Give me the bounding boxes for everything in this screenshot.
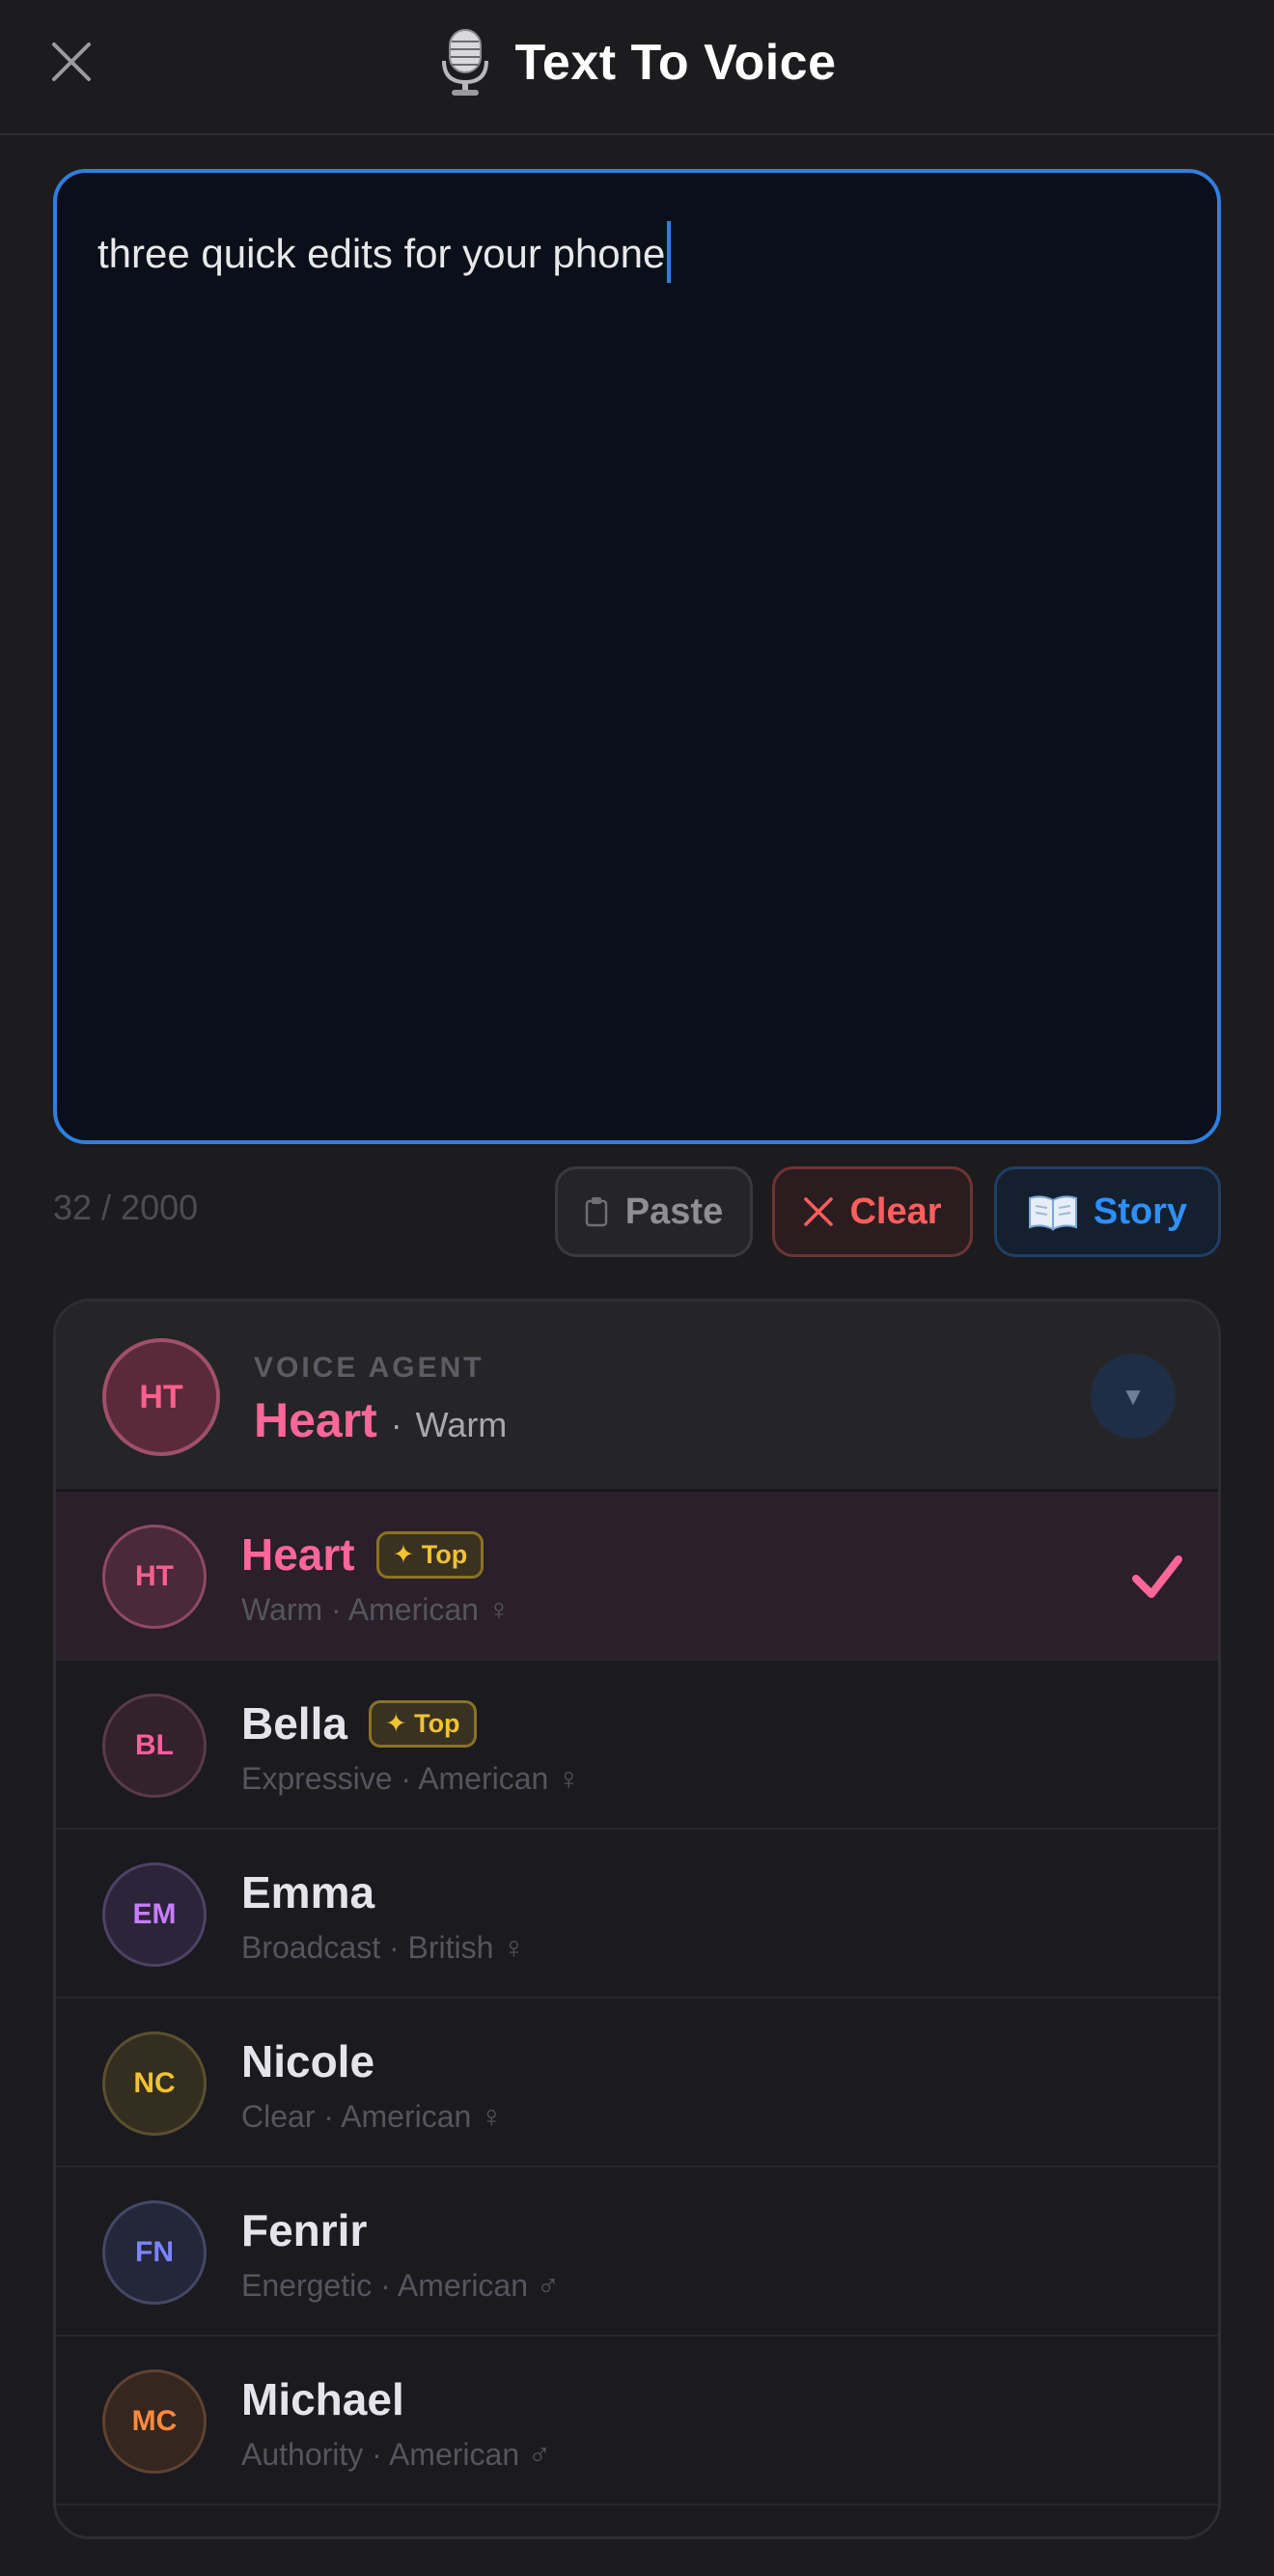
avatar: HT (102, 1525, 207, 1629)
voice-name: Emma (241, 1867, 375, 1918)
voice-row-bella[interactable]: BL Bella ✦ Top Expressive · American ♀ (56, 1661, 1218, 1830)
voice-name-group: Heart ✦ Top (241, 1528, 485, 1581)
selected-voice-trait: Warm (415, 1405, 508, 1444)
voice-description: Clear · American ♀ (241, 2099, 504, 2134)
clipboard-icon (585, 1197, 608, 1227)
x-icon (804, 1197, 834, 1226)
avatar: EM (102, 1862, 207, 1967)
voice-row-heart[interactable]: HT Heart ✦ Top Warm · American ♀ (56, 1492, 1218, 1661)
voice-name: Michael (241, 2374, 404, 2424)
top-badge: ✦ Top (368, 1699, 477, 1748)
character-counter: 32 / 2000 (53, 1188, 199, 1227)
voice-name-group: Michael (241, 2373, 404, 2425)
header-title-group: Text To Voice (0, 0, 1274, 126)
selected-voice-line: Heart · Warm (254, 1392, 507, 1448)
avatar: NC (102, 2031, 207, 2136)
voice-description: Authority · American ♂ (241, 2437, 551, 2472)
text-caret (667, 221, 672, 283)
text-input-area[interactable]: three quick edits for your phone (53, 169, 1221, 1144)
voice-description: Broadcast · British ♀ (241, 1930, 526, 1965)
voice-description: Energetic · American ♂ (241, 2268, 560, 2303)
voice-name: Bella (241, 1698, 347, 1749)
header-bar: Text To Voice (0, 0, 1274, 135)
voice-name-group: Bella ✦ Top (241, 1697, 477, 1750)
voice-agent-panel: HT VOICE AGENT Heart · Warm ▼ HT Heart ✦ T… (53, 1299, 1221, 2539)
voice-name-group: Fenrir (241, 2204, 367, 2256)
story-button[interactable]: Story (994, 1166, 1221, 1257)
clear-button[interactable]: Clear (772, 1166, 973, 1257)
text-input-value: three quick edits for your phone (97, 231, 666, 276)
voice-dropdown-toggle[interactable]: ▼ (1091, 1354, 1176, 1439)
voice-row-emma[interactable]: EM Emma Broadcast · British ♀ (56, 1830, 1218, 1999)
paste-button[interactable]: Paste (555, 1166, 753, 1257)
voice-row-michael[interactable]: MC Michael Authority · American ♂ (56, 2337, 1218, 2506)
voice-row-fenrir[interactable]: FN Fenrir Energetic · American ♂ (56, 2168, 1218, 2337)
checkmark-icon (1132, 1555, 1182, 1598)
voice-description: Expressive · American ♀ (241, 1761, 581, 1796)
avatar: FN (102, 2200, 207, 2305)
voice-agent-label: VOICE AGENT (254, 1352, 485, 1384)
book-icon (1028, 1195, 1077, 1231)
voice-name: Fenrir (241, 2205, 368, 2255)
voice-name: Heart (241, 1529, 355, 1580)
clear-label: Clear (849, 1190, 942, 1232)
voice-name-group: Emma (241, 1866, 374, 1918)
voice-agent-header[interactable]: HT VOICE AGENT Heart · Warm ▼ (56, 1302, 1218, 1492)
page-title: Text To Voice (514, 35, 837, 91)
voice-description: Warm · American ♀ (241, 1592, 511, 1627)
avatar: BL (102, 1694, 207, 1798)
chevron-down-icon: ▼ (1121, 1381, 1146, 1411)
avatar: HT (102, 1338, 220, 1456)
separator-dot: · (390, 1405, 402, 1444)
avatar: MC (102, 2369, 207, 2474)
selected-voice-name: Heart (254, 1393, 377, 1447)
voice-row-nicole[interactable]: NC Nicole Clear · American ♀ (56, 1999, 1218, 2168)
story-label: Story (1093, 1190, 1188, 1232)
microphone-icon (441, 29, 488, 96)
paste-label: Paste (624, 1190, 724, 1232)
top-badge: ✦ Top (375, 1530, 485, 1579)
voice-name-group: Nicole (241, 2035, 374, 2087)
voice-name: Nicole (241, 2036, 375, 2086)
